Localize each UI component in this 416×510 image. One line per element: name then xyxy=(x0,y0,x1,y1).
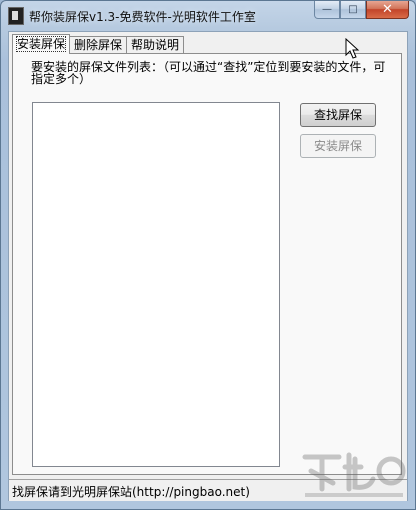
screensaver-file-list[interactable] xyxy=(32,102,280,467)
install-screensaver-button[interactable]: 安装屏保 xyxy=(300,134,376,158)
maximize-button[interactable]: □ xyxy=(340,1,366,19)
mouse-pointer-icon xyxy=(345,38,360,59)
close-button[interactable]: ✕ xyxy=(366,1,409,19)
tab-help[interactable]: 帮助说明 xyxy=(126,36,185,53)
close-icon: ✕ xyxy=(382,2,393,17)
tab-delete-screensaver[interactable]: 删除屏保 xyxy=(69,36,128,53)
minimize-button[interactable]: — xyxy=(314,1,340,19)
file-list-instruction: 要安装的屏保文件列表：（可以通过“查找”定位到要安装的文件，可指定多个） xyxy=(31,60,386,86)
tab-label: 帮助说明 xyxy=(131,38,180,52)
maximize-icon: □ xyxy=(348,4,358,15)
window-title: 帮你装屏保v1.3-免费软件-光明软件工作室 xyxy=(29,10,256,24)
application-window: 帮你装屏保v1.3-免费软件-光明软件工作室 — □ ✕ 安装屏保 删除屏保 帮… xyxy=(0,0,416,510)
tab-label: 删除屏保 xyxy=(74,38,123,52)
title-bar[interactable]: 帮你装屏保v1.3-免费软件-光明软件工作室 — □ ✕ xyxy=(1,1,415,31)
app-icon[interactable] xyxy=(8,7,24,25)
site-logo-watermark xyxy=(302,452,406,497)
install-tab-panel: 要安装的屏保文件列表：（可以通过“查找”定位到要安装的文件，可指定多个） 查找屏… xyxy=(12,53,402,475)
client-area: 安装屏保 删除屏保 帮助说明 要安装的屏保文件列表：（可以通过“查找”定位到要安… xyxy=(8,31,408,501)
find-screensaver-button[interactable]: 查找屏保 xyxy=(300,103,376,127)
minimize-icon: — xyxy=(322,4,332,15)
tab-install-screensaver[interactable]: 安装屏保 xyxy=(12,34,71,54)
status-text: 找屏保请到光明屏保站(http://pingbao.net) xyxy=(12,485,250,499)
tab-strip: 安装屏保 删除屏保 帮助说明 xyxy=(12,34,185,54)
tab-label: 安装屏保 xyxy=(15,36,67,52)
caption-buttons: — □ ✕ xyxy=(314,1,409,21)
